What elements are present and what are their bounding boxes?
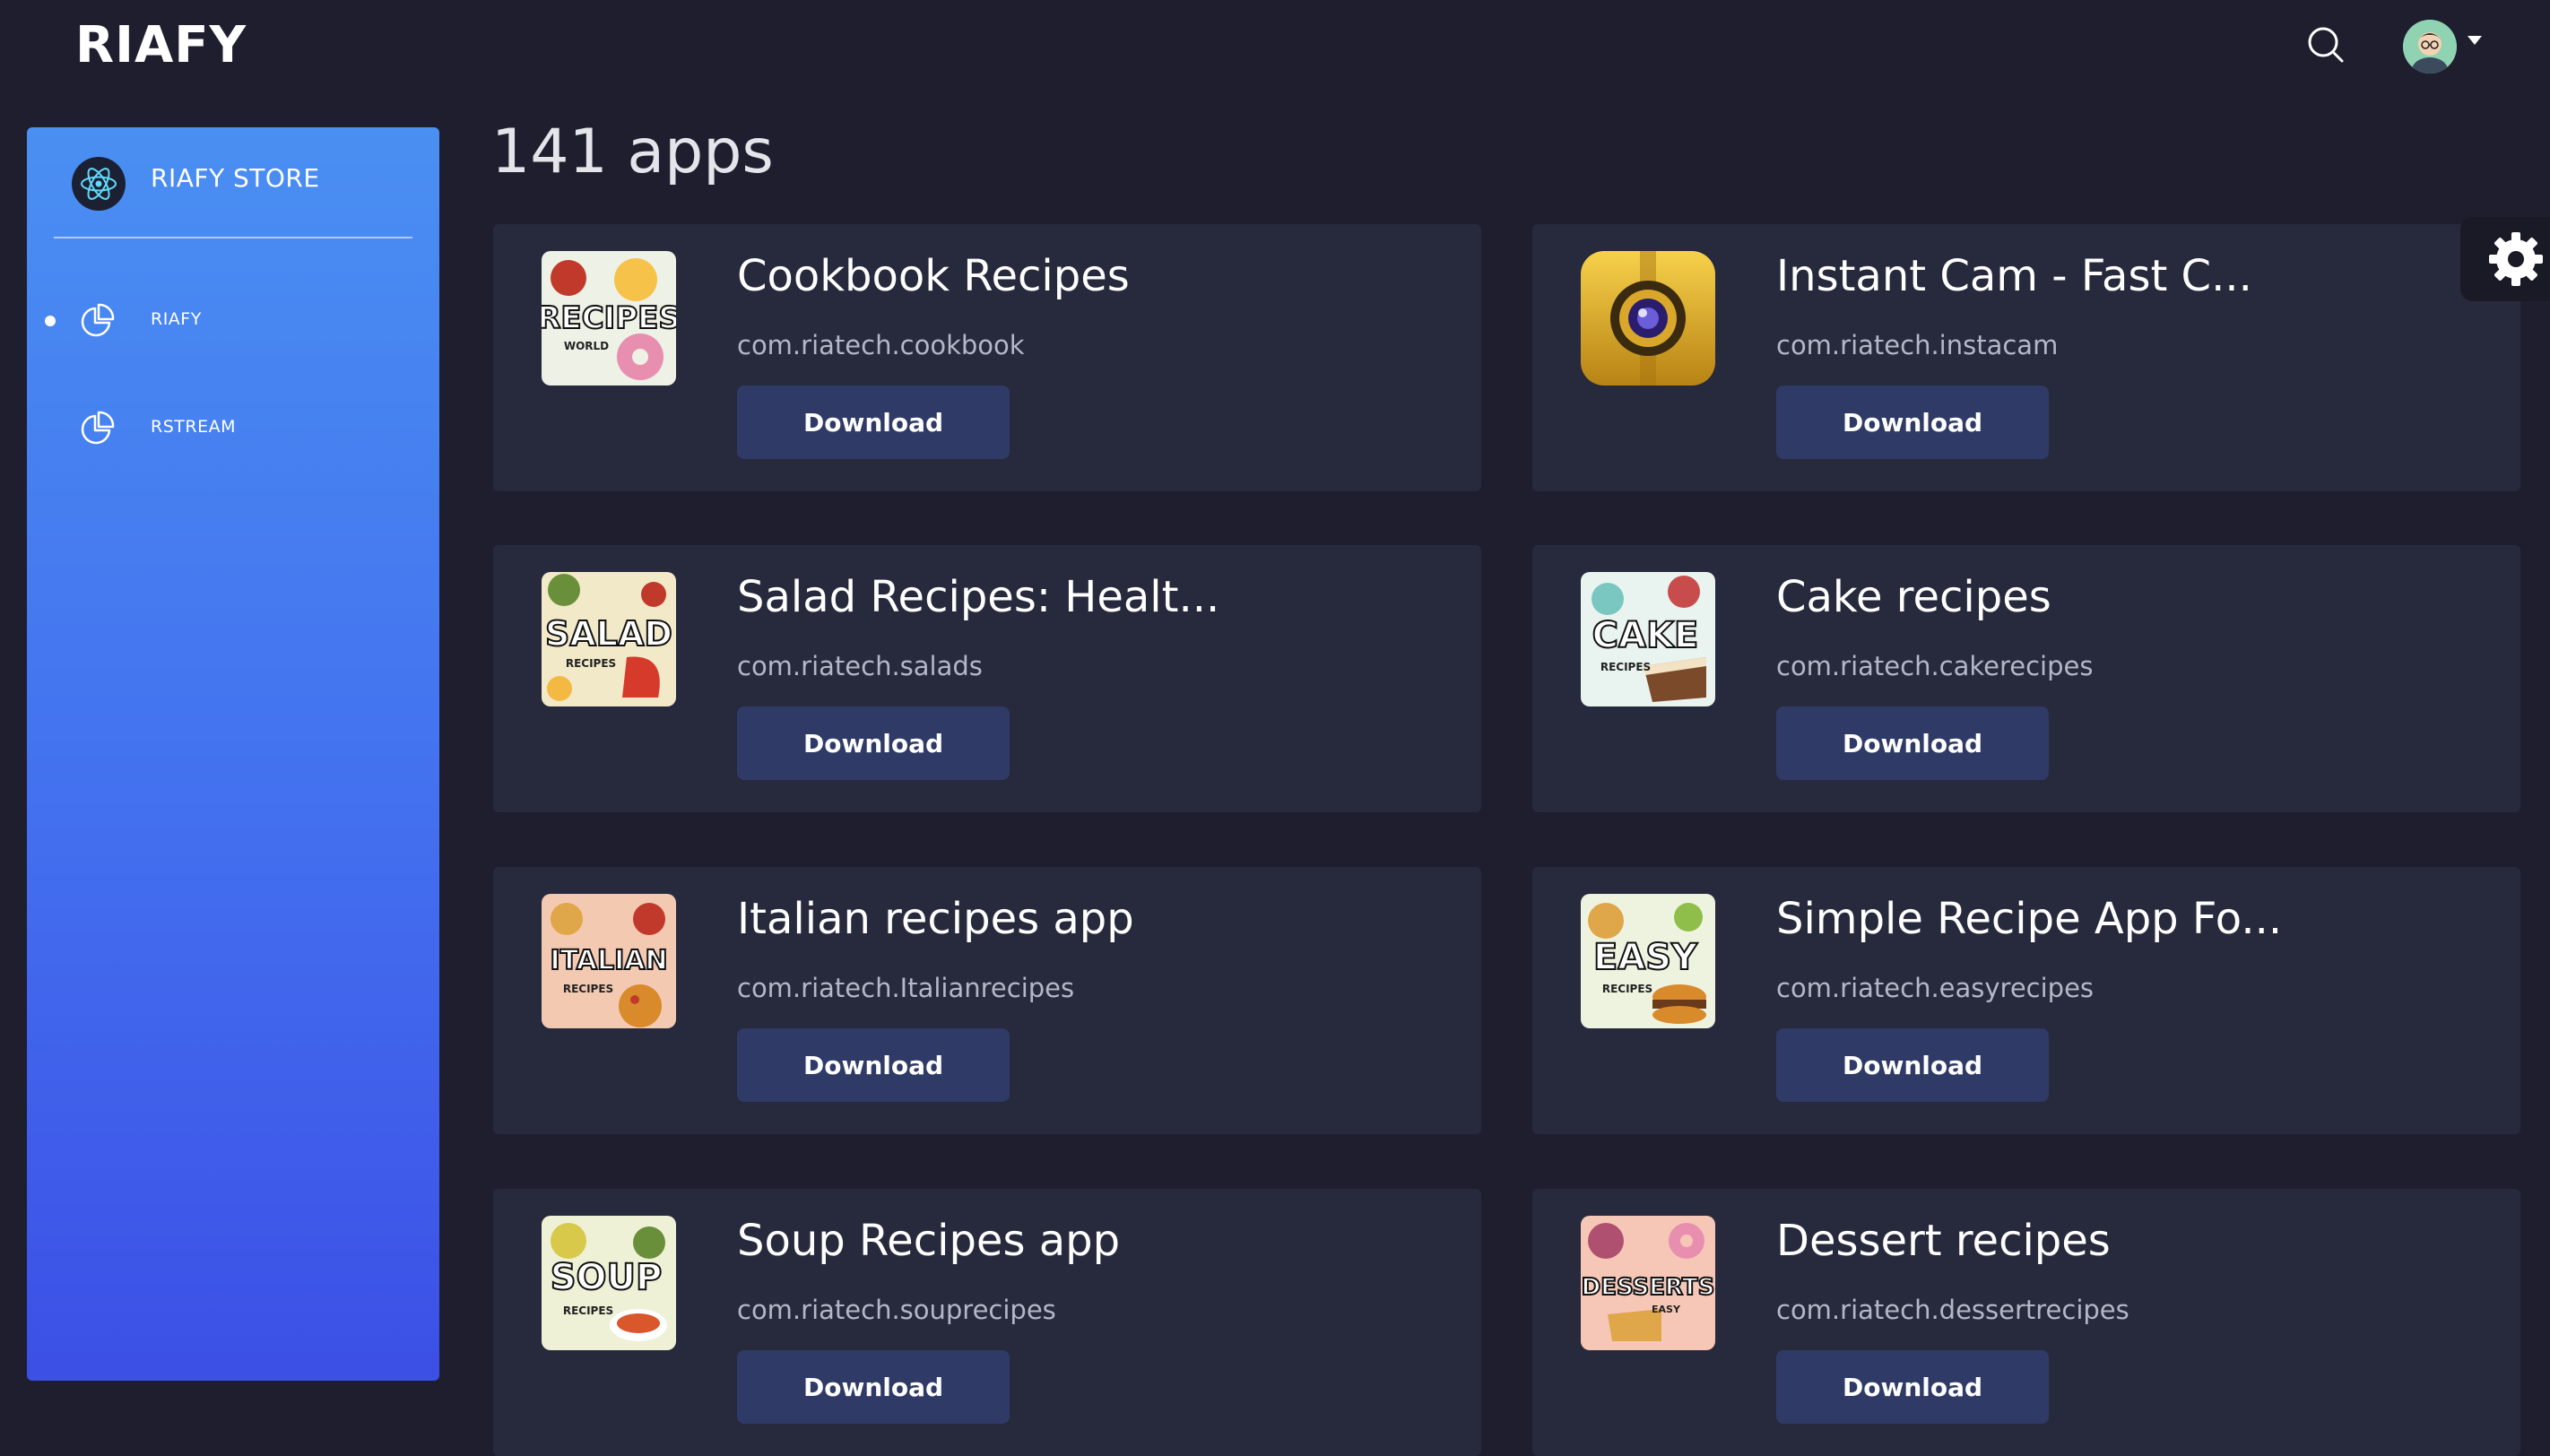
svg-text:EASY: EASY xyxy=(1593,937,1698,978)
sidebar: RIAFY STORE RIAFY RSTREAM xyxy=(27,127,439,1381)
app-name: Cake recipes xyxy=(1776,572,2051,622)
download-button[interactable]: Download xyxy=(737,386,1010,459)
app-package: com.riatech.Italianrecipes xyxy=(737,973,1075,1003)
store-name: RIAFY STORE xyxy=(151,163,320,193)
svg-text:WORLD: WORLD xyxy=(564,340,609,352)
app-name: Instant Cam - Fast C... xyxy=(1776,251,2252,301)
dessert-app-icon: DESSERTS EASY xyxy=(1581,1216,1715,1350)
search-button[interactable] xyxy=(2304,23,2347,66)
active-indicator xyxy=(45,316,56,326)
cake-app-icon: CAKE RECIPES xyxy=(1581,572,1715,706)
sidebar-item-rstream[interactable]: RSTREAM xyxy=(27,395,439,458)
app-package: com.riatech.instacam xyxy=(1776,330,2059,360)
svg-text:RECIPES: RECIPES xyxy=(542,300,676,336)
sidebar-header[interactable]: RIAFY STORE xyxy=(27,127,439,237)
app-card: Instant Cam - Fast C... com.riatech.inst… xyxy=(1532,224,2520,491)
svg-text:RECIPES: RECIPES xyxy=(1602,983,1652,995)
app-card: SOUP RECIPES Soup Recipes app com.riatec… xyxy=(493,1189,1481,1456)
app-package: com.riatech.dessertrecipes xyxy=(1776,1295,2129,1325)
caret-down-icon xyxy=(2468,36,2482,45)
sidebar-item-label: RIAFY xyxy=(151,309,202,329)
sidebar-item-riafy[interactable]: RIAFY xyxy=(27,288,439,351)
app-card: EASY RECIPES Simple Recipe App Fo... com… xyxy=(1532,867,2520,1134)
svg-text:RECIPES: RECIPES xyxy=(563,983,613,995)
salad-app-icon: SALAD RECIPES xyxy=(542,572,676,706)
download-button[interactable]: Download xyxy=(1776,386,2049,459)
app-package: com.riatech.cookbook xyxy=(737,330,1025,360)
easy-recipe-app-icon: EASY RECIPES xyxy=(1581,894,1715,1028)
user-menu[interactable] xyxy=(2403,16,2493,75)
app-name: Soup Recipes app xyxy=(737,1216,1121,1266)
brand-logo[interactable]: RIAFY xyxy=(75,16,247,74)
app-package: com.riatech.souprecipes xyxy=(737,1295,1056,1325)
gear-icon xyxy=(2489,232,2543,286)
app-count: 141 apps xyxy=(491,117,774,187)
soup-app-icon: SOUP RECIPES xyxy=(542,1216,676,1350)
app-package: com.riatech.easyrecipes xyxy=(1776,973,2095,1003)
download-button[interactable]: Download xyxy=(737,706,1010,780)
svg-text:EASY: EASY xyxy=(1652,1304,1681,1315)
download-button[interactable]: Download xyxy=(1776,706,2049,780)
react-logo-icon xyxy=(72,157,126,211)
app-name: Italian recipes app xyxy=(737,894,1134,944)
download-button[interactable]: Download xyxy=(737,1028,1010,1102)
app-name: Salad Recipes: Healt... xyxy=(737,572,1220,622)
app-card: SALAD RECIPES Salad Recipes: Healt... co… xyxy=(493,545,1481,812)
download-button[interactable]: Download xyxy=(737,1350,1010,1424)
svg-text:RECIPES: RECIPES xyxy=(1600,661,1651,673)
svg-text:RECIPES: RECIPES xyxy=(566,657,616,670)
svg-text:CAKE: CAKE xyxy=(1592,615,1699,656)
app-name: Dessert recipes xyxy=(1776,1216,2111,1266)
svg-text:SOUP: SOUP xyxy=(551,1257,663,1298)
download-button[interactable]: Download xyxy=(1776,1350,2049,1424)
app-card: RECIPES WORLD Cookbook Recipes com.riate… xyxy=(493,224,1481,491)
app-card: ITALIAN RECIPES Italian recipes app com.… xyxy=(493,867,1481,1134)
sidebar-item-label: RSTREAM xyxy=(151,417,236,437)
app-card: CAKE RECIPES Cake recipes com.riatech.ca… xyxy=(1532,545,2520,812)
sidebar-divider xyxy=(54,237,412,238)
svg-text:ITALIAN: ITALIAN xyxy=(550,945,667,976)
avatar xyxy=(2403,20,2457,74)
app-package: com.riatech.cakerecipes xyxy=(1776,651,2094,681)
pie-chart-icon xyxy=(81,411,115,445)
svg-text:RECIPES: RECIPES xyxy=(563,1304,613,1317)
download-button[interactable]: Download xyxy=(1776,1028,2049,1102)
app-name: Simple Recipe App Fo... xyxy=(1776,894,2283,944)
svg-text:DESSERTS: DESSERTS xyxy=(1582,1274,1715,1301)
pie-chart-icon xyxy=(81,303,115,337)
app-name: Cookbook Recipes xyxy=(737,251,1130,301)
app-package: com.riatech.salads xyxy=(737,651,983,681)
app-card: DESSERTS EASY Dessert recipes com.riatec… xyxy=(1532,1189,2520,1456)
top-bar: RIAFY xyxy=(0,0,2550,108)
settings-button[interactable] xyxy=(2460,217,2550,301)
cookbook-app-icon: RECIPES WORLD xyxy=(542,251,676,386)
search-icon xyxy=(2308,27,2344,63)
svg-text:SALAD: SALAD xyxy=(545,614,672,654)
camera-app-icon xyxy=(1581,251,1715,386)
italian-app-icon: ITALIAN RECIPES xyxy=(542,894,676,1028)
